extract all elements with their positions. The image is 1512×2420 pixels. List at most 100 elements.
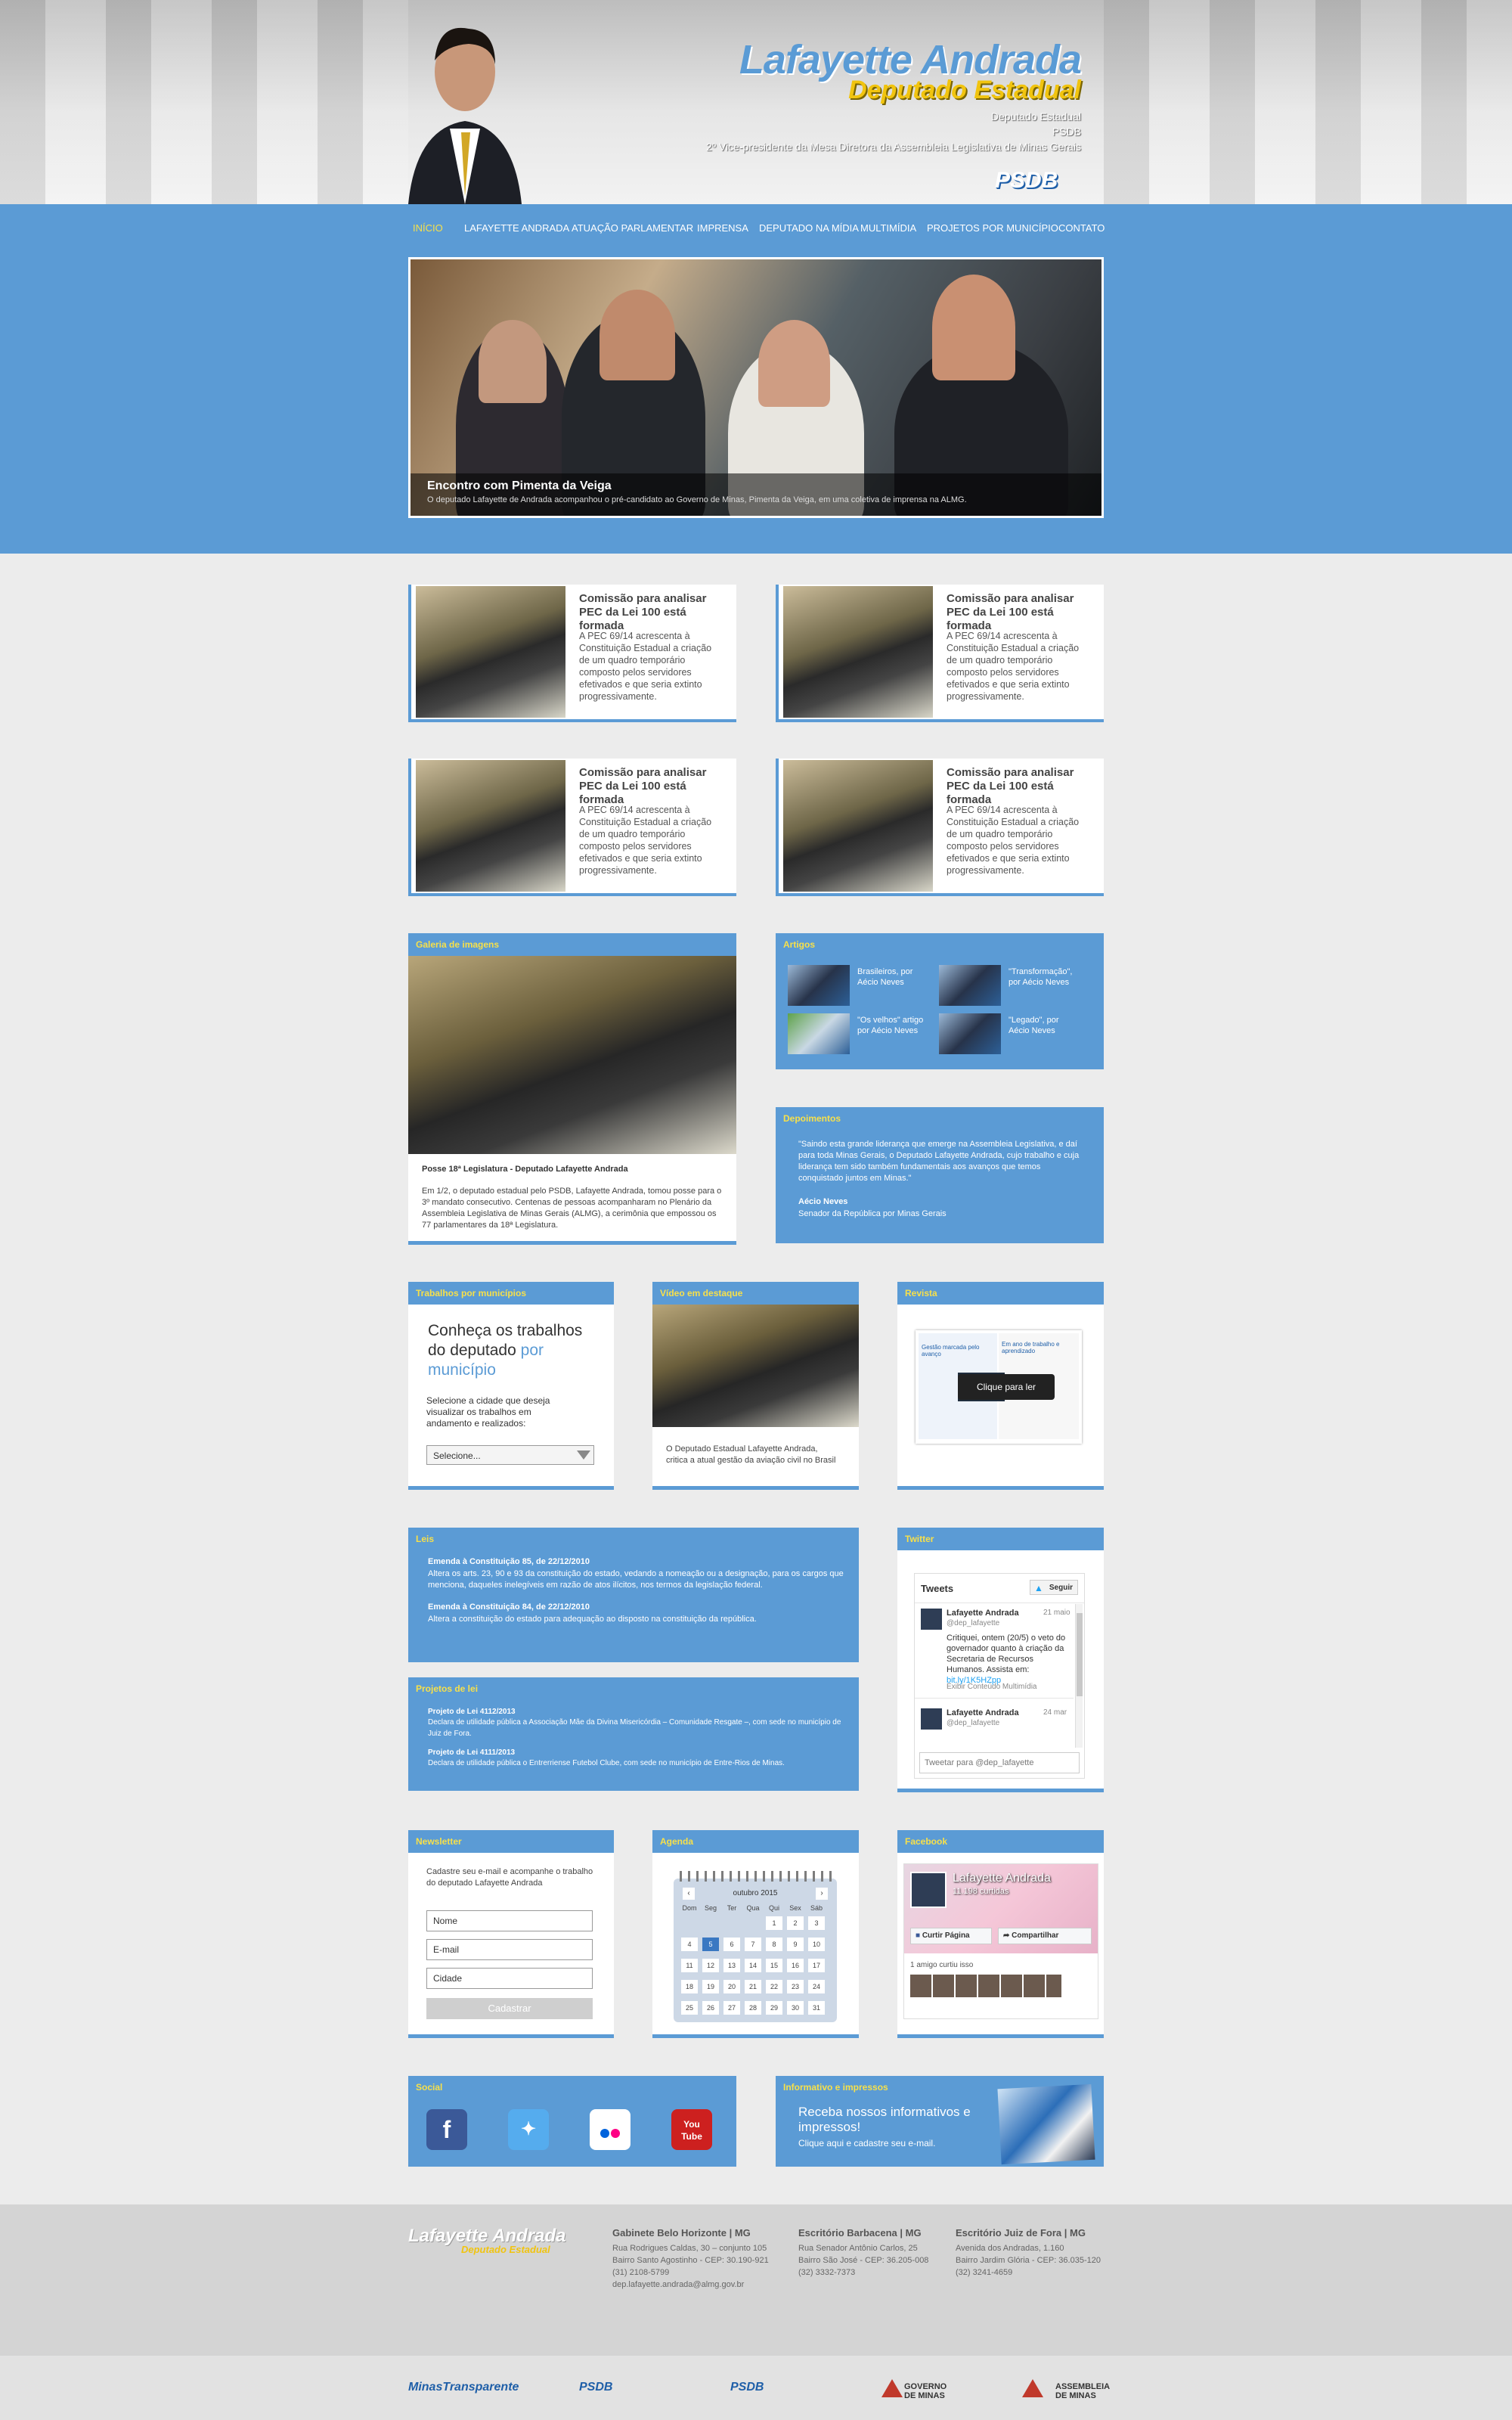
partner-psdb[interactable]: PSDB <box>579 2381 612 2394</box>
facebook-page-name[interactable]: Lafayette Andrada <box>953 1872 1051 1885</box>
calendar-day[interactable]: 27 <box>723 2001 740 2015</box>
calendar-day[interactable]: 15 <box>766 1959 782 1972</box>
tweet-author[interactable]: Lafayette Andrada <box>947 1609 1019 1618</box>
calendar-day[interactable]: 30 <box>787 2001 804 2015</box>
article-link[interactable]: Brasileiros, por Aécio Neves <box>857 966 925 988</box>
calendar-day[interactable]: 4 <box>681 1938 698 1951</box>
article-link[interactable]: "Os velhos" artigo por Aécio Neves <box>857 1015 925 1036</box>
nav-multimidia[interactable]: MULTIMÍDIA <box>860 222 916 234</box>
tweet-handle[interactable]: @dep_lafayette <box>947 1619 999 1627</box>
nav-imprensa[interactable]: IMPRENSA <box>697 222 748 234</box>
law-title[interactable]: Emenda à Constituição 85, de 22/12/2010 <box>428 1556 590 1568</box>
nav-contato[interactable]: CONTATO <box>1058 222 1105 234</box>
calendar-day[interactable]: 16 <box>787 1959 804 1972</box>
article-thumbnail[interactable] <box>939 965 1001 1006</box>
email-field[interactable]: E-mail <box>426 1939 593 1960</box>
facebook-share-button[interactable]: ➦ Compartilhar <box>998 1928 1092 1944</box>
news-card[interactable]: Comissão para analisar PEC da Lei 100 es… <box>776 759 1104 896</box>
calendar-day[interactable]: 10 <box>808 1938 825 1951</box>
city-select[interactable]: Selecione... <box>426 1445 594 1465</box>
office-email[interactable]: dep.lafayette.andrada@almg.gov.br <box>612 2279 769 2291</box>
calendar-day[interactable]: 11 <box>681 1959 698 1972</box>
partner-governo-de-minas[interactable]: GOVERNO DE MINAS <box>904 2382 957 2400</box>
calendar-day[interactable]: 25 <box>681 2001 698 2015</box>
nav-lafayette-andrada[interactable]: LAFAYETTE ANDRADA <box>464 222 569 234</box>
youtube-icon[interactable]: You Tube <box>671 2109 712 2150</box>
hero-slider[interactable]: Encontro com Pimenta da Veiga O deputado… <box>408 257 1104 518</box>
calendar-day[interactable]: 3 <box>808 1916 825 1930</box>
hero-title[interactable]: Encontro com Pimenta da Veiga <box>427 479 1085 493</box>
article-thumbnail[interactable] <box>788 965 850 1006</box>
article-link[interactable]: "Legado", por Aécio Neves <box>1009 1015 1077 1036</box>
bill-title[interactable]: Projeto de Lei 4112/2013 <box>428 1706 516 1717</box>
calendar-day[interactable]: 9 <box>787 1938 804 1951</box>
calendar-day[interactable]: 20 <box>723 1980 740 1993</box>
news-title[interactable]: Comissão para analisar PEC da Lei 100 es… <box>579 766 730 807</box>
previous-month-button[interactable]: ‹ <box>683 1888 695 1900</box>
calendar-day[interactable]: 22 <box>766 1980 782 1993</box>
calendar-day[interactable]: 17 <box>808 1959 825 1972</box>
tweet-date[interactable]: 21 maio <box>1043 1609 1070 1617</box>
partner-assembleia[interactable]: ASSEMBLEIA DE MINAS <box>1055 2382 1110 2400</box>
news-card[interactable]: Comissão para analisar PEC da Lei 100 es… <box>408 759 736 896</box>
name-field[interactable]: Nome <box>426 1910 593 1931</box>
nav-deputado-na-midia[interactable]: DEPUTADO NA MÍDIA <box>759 222 859 234</box>
calendar-day[interactable]: 21 <box>745 1980 761 1993</box>
calendar-day[interactable]: 24 <box>808 1980 825 1993</box>
avatar[interactable] <box>921 1609 942 1630</box>
calendar-day[interactable]: 28 <box>745 2001 761 2015</box>
news-card[interactable]: Comissão para analisar PEC da Lei 100 es… <box>776 585 1104 722</box>
article-link[interactable]: "Transformação", por Aécio Neves <box>1009 966 1077 988</box>
facebook-icon[interactable]: f <box>426 2109 467 2150</box>
newsletter-print-text[interactable]: Clique aqui e cadastre seu e-mail. <box>798 2138 935 2149</box>
partner-psdb-2[interactable]: PSDB <box>730 2381 764 2394</box>
facebook-friend-avatars[interactable] <box>910 1975 1061 1997</box>
bill-title[interactable]: Projeto de Lei 4111/2013 <box>428 1747 515 1758</box>
twitter-scrollbar[interactable] <box>1075 1604 1083 1748</box>
calendar-day[interactable]: 23 <box>787 1980 804 1993</box>
tweet-media-link[interactable]: Exibir Conteúdo Multimídia <box>947 1683 1037 1691</box>
psdb-logo[interactable]: PSDB <box>995 168 1058 194</box>
tweet-author[interactable]: Lafayette Andrada <box>947 1708 1019 1717</box>
next-month-button[interactable]: › <box>816 1888 828 1900</box>
calendar-day[interactable]: 29 <box>766 2001 782 2015</box>
newsletter-print-title[interactable]: Receba nossos informativos e impressos! <box>798 2105 980 2135</box>
calendar-day[interactable]: 13 <box>723 1959 740 1972</box>
calendar-day[interactable]: 7 <box>745 1938 761 1951</box>
calendar-day[interactable]: 6 <box>723 1938 740 1951</box>
gallery-caption[interactable]: Posse 18ª Legislatura - Deputado Lafayet… <box>422 1165 628 1174</box>
nav-projetos-por-municipio[interactable]: PROJETOS POR MUNICÍPIO <box>927 222 1058 234</box>
partner-minas-transparente[interactable]: MinasTransparente <box>408 2381 519 2394</box>
twitter-follow-button[interactable]: ▲ Seguir <box>1030 1580 1078 1595</box>
news-title[interactable]: Comissão para analisar PEC da Lei 100 es… <box>579 592 730 633</box>
calendar-day[interactable]: 5 <box>702 1938 719 1951</box>
avatar[interactable] <box>921 1708 942 1730</box>
video-player[interactable] <box>652 1305 859 1427</box>
tweet-date[interactable]: 24 mar <box>1043 1708 1067 1717</box>
calendar-day[interactable]: 18 <box>681 1980 698 1993</box>
read-magazine-button[interactable]: Clique para ler <box>958 1374 1055 1400</box>
calendar-day[interactable]: 26 <box>702 2001 719 2015</box>
calendar-day[interactable]: 8 <box>766 1938 782 1951</box>
facebook-like-button[interactable]: ■ Curtir Página <box>910 1928 992 1944</box>
calendar-day[interactable]: 31 <box>808 2001 825 2015</box>
tweet-compose-input[interactable]: Tweetar para @dep_lafayette <box>919 1752 1080 1773</box>
subscribe-button[interactable]: Cadastrar <box>426 1998 593 2019</box>
article-thumbnail[interactable] <box>788 1013 850 1054</box>
law-title[interactable]: Emenda à Constituição 84, de 22/12/2010 <box>428 1602 590 1613</box>
tweet-handle[interactable]: @dep_lafayette <box>947 1719 999 1727</box>
calendar-day[interactable]: 1 <box>766 1916 782 1930</box>
calendar-day[interactable]: 2 <box>787 1916 804 1930</box>
newsletter-print-box[interactable]: Informativo e impressos Receba nossos in… <box>776 2076 1104 2167</box>
calendar-day[interactable]: 14 <box>745 1959 761 1972</box>
twitter-icon[interactable]: ✦ <box>508 2109 549 2150</box>
nav-atuacao-parlamentar[interactable]: ATUAÇÃO PARLAMENTAR <box>572 222 693 234</box>
news-title[interactable]: Comissão para analisar PEC da Lei 100 es… <box>947 592 1098 633</box>
article-thumbnail[interactable] <box>939 1013 1001 1054</box>
calendar-day[interactable]: 19 <box>702 1980 719 1993</box>
news-title[interactable]: Comissão para analisar PEC da Lei 100 es… <box>947 766 1098 807</box>
nav-inicio[interactable]: INÍCIO <box>413 222 443 234</box>
gallery-image[interactable] <box>408 956 736 1154</box>
news-card[interactable]: Comissão para analisar PEC da Lei 100 es… <box>408 585 736 722</box>
calendar-day[interactable]: 12 <box>702 1959 719 1972</box>
